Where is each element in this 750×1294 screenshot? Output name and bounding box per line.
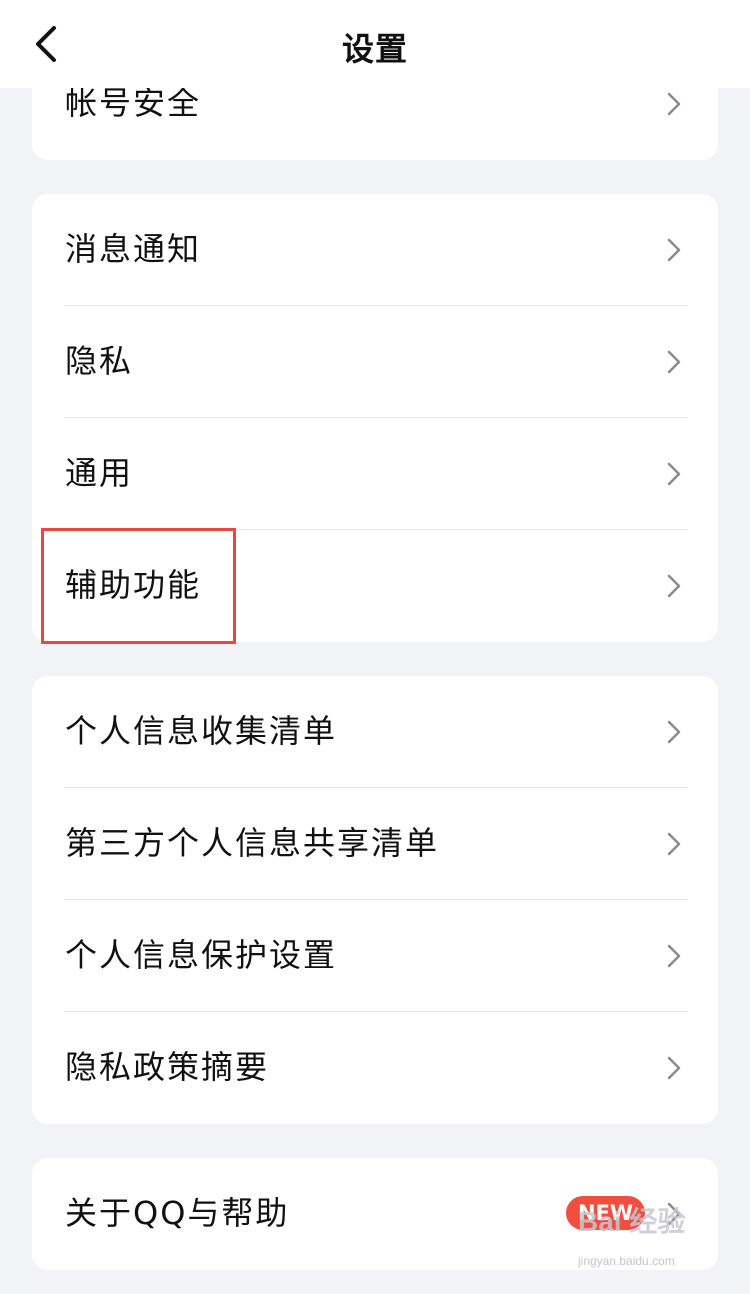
row-personal-info-list[interactable]: 个人信息收集清单 xyxy=(32,676,718,788)
row-label: 第三方个人信息共享清单 xyxy=(65,824,440,862)
watermark-logo: Bai 经验 jingyan.baidu.com xyxy=(578,1200,718,1280)
chevron-right-icon xyxy=(667,92,681,116)
chevron-right-icon xyxy=(667,238,681,262)
row-third-party-sharing[interactable]: 第三方个人信息共享清单 xyxy=(32,788,718,900)
row-label: 个人信息保护设置 xyxy=(65,936,338,974)
row-label: 隐私 xyxy=(65,342,134,380)
row-privacy-policy-summary[interactable]: 隐私政策摘要 xyxy=(32,1012,718,1124)
highlight-annotation xyxy=(41,528,236,644)
chevron-right-icon xyxy=(667,574,681,598)
chevron-right-icon xyxy=(667,720,681,744)
row-privacy[interactable]: 隐私 xyxy=(32,306,718,418)
chevron-right-icon xyxy=(667,462,681,486)
chevron-right-icon xyxy=(667,1056,681,1080)
section-personal-info: 个人信息收集清单 第三方个人信息共享清单 个人信息保护设置 隐私政策摘要 xyxy=(32,676,718,1124)
row-general[interactable]: 通用 xyxy=(32,418,718,530)
watermark-brand: Bai 经验 xyxy=(578,1206,686,1237)
row-label: 通用 xyxy=(65,454,134,492)
page-title: 设置 xyxy=(341,30,408,68)
nav-bar: 设置 xyxy=(0,0,750,88)
watermark-url: jingyan.baidu.com xyxy=(578,1254,675,1268)
chevron-right-icon xyxy=(667,944,681,968)
row-label: 隐私政策摘要 xyxy=(65,1048,270,1086)
row-label: 关于QQ与帮助 xyxy=(65,1194,290,1232)
row-label: 消息通知 xyxy=(65,230,202,268)
chevron-right-icon xyxy=(667,832,681,856)
row-label: 个人信息收集清单 xyxy=(65,712,338,750)
row-info-protection[interactable]: 个人信息保护设置 xyxy=(32,900,718,1012)
row-notifications[interactable]: 消息通知 xyxy=(32,194,718,306)
chevron-right-icon xyxy=(667,350,681,374)
